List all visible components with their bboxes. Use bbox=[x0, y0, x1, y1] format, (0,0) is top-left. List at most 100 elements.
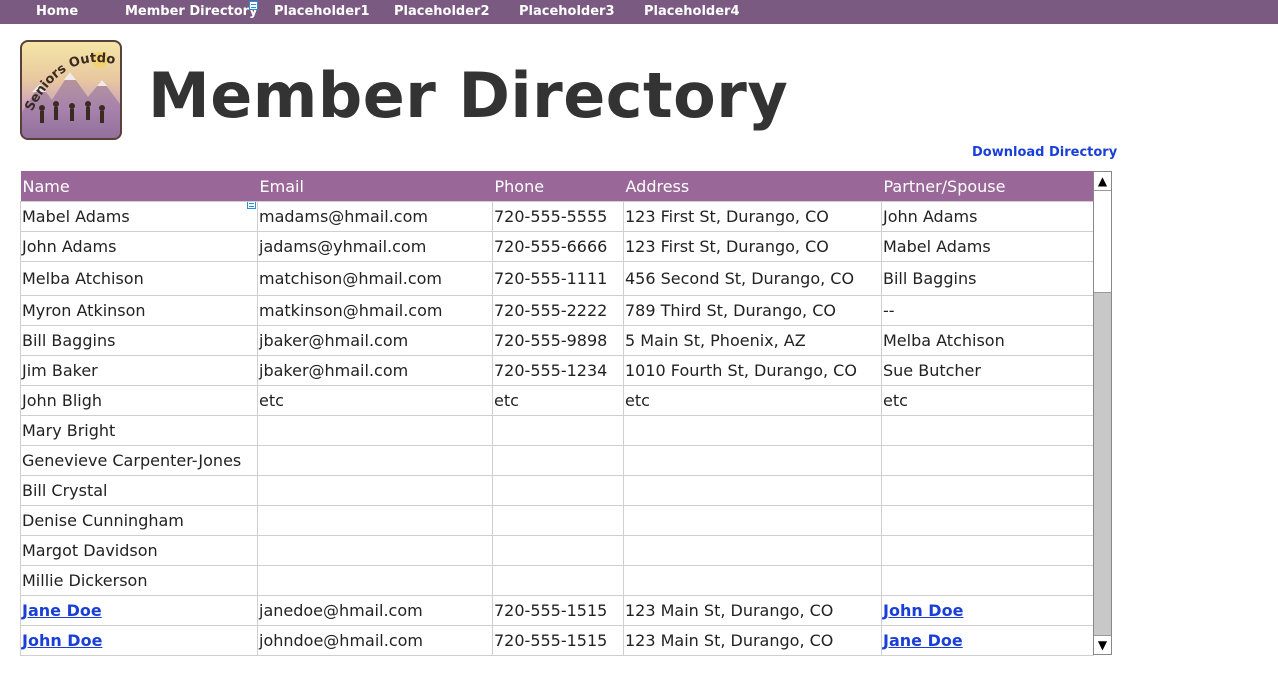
cell-name: John Bligh bbox=[20, 385, 258, 416]
cell-phone: etc bbox=[492, 385, 624, 416]
member-link-john-doe[interactable]: John Doe bbox=[22, 631, 102, 650]
column-header-partner[interactable]: Partner/Spouse bbox=[881, 171, 1094, 202]
edit-marker-icon[interactable] bbox=[249, 1, 258, 10]
cell-partner: Melba Atchison bbox=[881, 325, 1094, 356]
cell-name: Genevieve Carpenter-Jones bbox=[20, 445, 258, 476]
cell-phone: 720-555-1515 bbox=[492, 625, 624, 656]
table-scrollbar[interactable]: ▲ ▼ bbox=[1093, 171, 1112, 655]
download-directory-link[interactable]: Download Directory bbox=[972, 145, 1117, 160]
site-logo[interactable]: Seniors Outdoors! bbox=[20, 40, 122, 140]
table-row: Melba Atchison matchison@hmail.com 720-5… bbox=[20, 261, 1094, 296]
scroll-thumb[interactable] bbox=[1094, 292, 1111, 637]
cell-address: etc bbox=[623, 385, 882, 416]
table-row: Mary Bright bbox=[20, 415, 1094, 446]
cell-partner: John Adams bbox=[881, 201, 1094, 232]
partner-link-john-doe[interactable]: John Doe bbox=[883, 601, 963, 620]
cell-email: johndoe@hmail.com bbox=[257, 625, 493, 656]
table-row: Jim Baker jbaker@hmail.com 720-555-1234 … bbox=[20, 355, 1094, 386]
cell-partner: Sue Butcher bbox=[881, 355, 1094, 386]
cell-address: 123 First St, Durango, CO bbox=[623, 231, 882, 262]
table-row: John Adams jadams@yhmail.com 720-555-666… bbox=[20, 231, 1094, 262]
table-row: John Doe johndoe@hmail.com 720-555-1515 … bbox=[20, 625, 1094, 656]
table-row: Mabel Adams madams@hmail.com 720-555-555… bbox=[20, 201, 1094, 232]
cell-phone: 720-555-1111 bbox=[492, 261, 624, 296]
cell-partner: Jane Doe bbox=[881, 625, 1094, 656]
cell-name: Margot Davidson bbox=[20, 535, 258, 566]
cell-email: etc bbox=[257, 385, 493, 416]
cell-phone bbox=[492, 565, 624, 596]
cell-phone bbox=[492, 445, 624, 476]
cell-address: 456 Second St, Durango, CO bbox=[623, 261, 882, 296]
cell-address bbox=[623, 535, 882, 566]
cell-email: matkinson@hmail.com bbox=[257, 295, 493, 326]
cell-phone: 720-555-2222 bbox=[492, 295, 624, 326]
cell-email: janedoe@hmail.com bbox=[257, 595, 493, 626]
cell-name: Bill Baggins bbox=[20, 325, 258, 356]
nav-item-placeholder2[interactable]: Placeholder2 bbox=[394, 0, 490, 24]
nav-item-member-directory[interactable]: Member Directory bbox=[125, 0, 258, 24]
cell-address: 123 Main St, Durango, CO bbox=[623, 625, 882, 656]
column-header-name[interactable]: Name bbox=[20, 171, 258, 202]
hikers-logo-icon: Seniors Outdoors! bbox=[22, 42, 120, 138]
cell-partner bbox=[881, 535, 1094, 566]
table-row: Millie Dickerson bbox=[20, 565, 1094, 596]
cell-partner: Bill Baggins bbox=[881, 261, 1094, 296]
cell-email: jbaker@hmail.com bbox=[257, 325, 493, 356]
column-header-address[interactable]: Address bbox=[623, 171, 882, 202]
cell-partner bbox=[881, 445, 1094, 476]
cell-email: matchison@hmail.com bbox=[257, 261, 493, 296]
cell-partner: John Doe bbox=[881, 595, 1094, 626]
cell-name: Melba Atchison bbox=[20, 261, 258, 296]
nav-item-home[interactable]: Home bbox=[36, 0, 78, 24]
table-row: Margot Davidson bbox=[20, 535, 1094, 566]
cell-partner: -- bbox=[881, 295, 1094, 326]
cell-phone bbox=[492, 505, 624, 536]
cell-name: Denise Cunningham bbox=[20, 505, 258, 536]
top-nav: Home Member Directory Placeholder1 Place… bbox=[0, 0, 1278, 24]
partner-link-jane-doe[interactable]: Jane Doe bbox=[883, 631, 963, 650]
cell-address: 5 Main St, Phoenix, AZ bbox=[623, 325, 882, 356]
table-row: John Bligh etc etc etc etc bbox=[20, 385, 1094, 416]
member-directory-table: Name Email Phone Address Partner/Spouse … bbox=[20, 171, 1094, 656]
cell-partner bbox=[881, 565, 1094, 596]
page-title: Member Directory bbox=[148, 59, 789, 132]
table-row: Denise Cunningham bbox=[20, 505, 1094, 536]
column-header-email[interactable]: Email bbox=[257, 171, 493, 202]
cell-email bbox=[257, 475, 493, 506]
cell-partner: Mabel Adams bbox=[881, 231, 1094, 262]
cell-name: Myron Atkinson bbox=[20, 295, 258, 326]
cell-name: John Adams bbox=[20, 231, 258, 262]
cell-name: Jim Baker bbox=[20, 355, 258, 386]
scroll-track[interactable] bbox=[1094, 191, 1111, 637]
nav-item-placeholder4[interactable]: Placeholder4 bbox=[644, 0, 740, 24]
cell-phone bbox=[492, 535, 624, 566]
cell-phone: 720-555-1515 bbox=[492, 595, 624, 626]
scroll-up-arrow-icon[interactable]: ▲ bbox=[1094, 172, 1111, 191]
cell-email: madams@hmail.com bbox=[257, 201, 493, 232]
cell-email bbox=[257, 445, 493, 476]
edit-marker-icon[interactable] bbox=[247, 202, 256, 209]
cell-address bbox=[623, 475, 882, 506]
cell-phone bbox=[492, 475, 624, 506]
member-link-jane-doe[interactable]: Jane Doe bbox=[22, 601, 102, 620]
cell-partner bbox=[881, 505, 1094, 536]
cell-address bbox=[623, 505, 882, 536]
table-row: Bill Baggins jbaker@hmail.com 720-555-98… bbox=[20, 325, 1094, 356]
cell-phone: 720-555-9898 bbox=[492, 325, 624, 356]
scroll-down-arrow-icon[interactable]: ▼ bbox=[1094, 635, 1111, 654]
cell-phone: 720-555-6666 bbox=[492, 231, 624, 262]
cell-address: 1010 Fourth St, Durango, CO bbox=[623, 355, 882, 386]
cell-name: Millie Dickerson bbox=[20, 565, 258, 596]
cell-name: Mabel Adams bbox=[20, 201, 258, 232]
cell-address bbox=[623, 445, 882, 476]
cell-name: Jane Doe bbox=[20, 595, 258, 626]
cell-address bbox=[623, 565, 882, 596]
table-row: Bill Crystal bbox=[20, 475, 1094, 506]
cell-phone: 720-555-5555 bbox=[492, 201, 624, 232]
cell-email bbox=[257, 535, 493, 566]
column-header-phone[interactable]: Phone bbox=[492, 171, 624, 202]
cell-address: 123 Main St, Durango, CO bbox=[623, 595, 882, 626]
cell-email: jbaker@hmail.com bbox=[257, 355, 493, 386]
nav-item-placeholder1[interactable]: Placeholder1 bbox=[274, 0, 370, 24]
nav-item-placeholder3[interactable]: Placeholder3 bbox=[519, 0, 615, 24]
